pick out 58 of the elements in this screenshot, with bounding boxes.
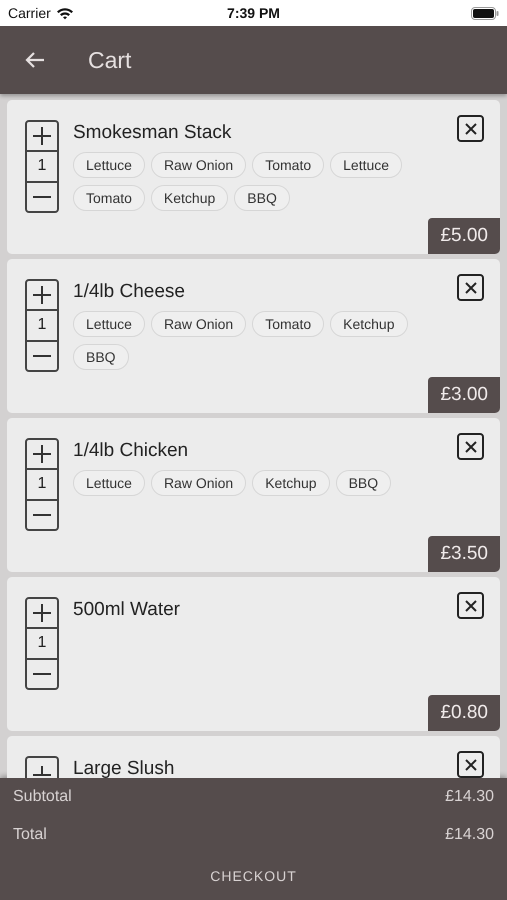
- topping-chip: Lettuce: [73, 311, 145, 337]
- minus-icon: [32, 672, 52, 676]
- carrier-label: Carrier: [8, 5, 51, 21]
- topping-chip: Ketchup: [330, 311, 408, 337]
- price-tag: £5.00: [428, 218, 500, 254]
- topping-chip: Raw Onion: [150, 311, 246, 337]
- plus-icon: [32, 126, 52, 146]
- subtotal-value: £14.30: [445, 788, 494, 806]
- item-name: 500ml Water: [73, 598, 181, 621]
- close-icon: [464, 282, 476, 294]
- remove-button[interactable]: [457, 274, 484, 301]
- plus-icon: [32, 764, 52, 776]
- topping-chip: Raw Onion: [150, 152, 246, 178]
- subtotal-label: Subtotal: [13, 788, 72, 806]
- close-icon: [464, 122, 476, 134]
- remove-button[interactable]: [457, 433, 484, 460]
- status-time: 7:39 PM: [227, 5, 280, 21]
- topping-chip: Lettuce: [330, 152, 402, 178]
- topping-chip: BBQ: [336, 470, 392, 496]
- topping-chip: Ketchup: [252, 470, 330, 496]
- checkout-button[interactable]: CHECKOUT: [190, 858, 317, 894]
- close-icon: [464, 758, 476, 770]
- minus-icon: [32, 194, 52, 199]
- topping-chip: Tomato: [252, 152, 324, 178]
- price-tag: £0.80: [428, 695, 500, 731]
- topping-chip: Tomato: [73, 185, 145, 211]
- battery-icon: [471, 6, 499, 20]
- remove-button[interactable]: [457, 115, 484, 142]
- item-name: 1/4lb Cheese: [73, 280, 186, 303]
- total-value: £14.30: [445, 826, 494, 844]
- minus-icon: [32, 512, 52, 517]
- item-name: 1/4lb Chicken: [73, 439, 190, 462]
- page-title: Cart: [88, 46, 132, 74]
- plus-icon: [32, 285, 52, 306]
- topping-chip: BBQ: [234, 185, 290, 211]
- topping-chip: Lettuce: [73, 152, 145, 178]
- back-arrow-icon: [24, 51, 46, 69]
- plus-icon: [32, 603, 52, 624]
- topping-chip: Raw Onion: [150, 470, 246, 496]
- quantity-value: 1: [27, 309, 57, 342]
- total-label: Total: [13, 826, 47, 844]
- price-tag: £3.50: [428, 536, 500, 572]
- close-icon: [464, 440, 476, 452]
- plus-icon: [32, 444, 52, 464]
- price-tag: £3.00: [428, 377, 500, 413]
- topping-chip: Ketchup: [150, 185, 228, 211]
- item-name: Smokesman Stack: [73, 121, 232, 144]
- quantity-value: 1: [27, 468, 57, 501]
- wifi-icon: [56, 6, 74, 20]
- item-name: Large Slush: [73, 757, 176, 778]
- topping-chip: Lettuce: [73, 470, 145, 496]
- remove-button[interactable]: [457, 592, 484, 619]
- topping-chip: BBQ: [73, 344, 129, 370]
- close-icon: [464, 600, 476, 612]
- topping-chip: Tomato: [252, 311, 324, 337]
- quantity-value: 1: [27, 150, 57, 183]
- quantity-value: 1: [27, 627, 57, 660]
- minus-icon: [32, 354, 52, 358]
